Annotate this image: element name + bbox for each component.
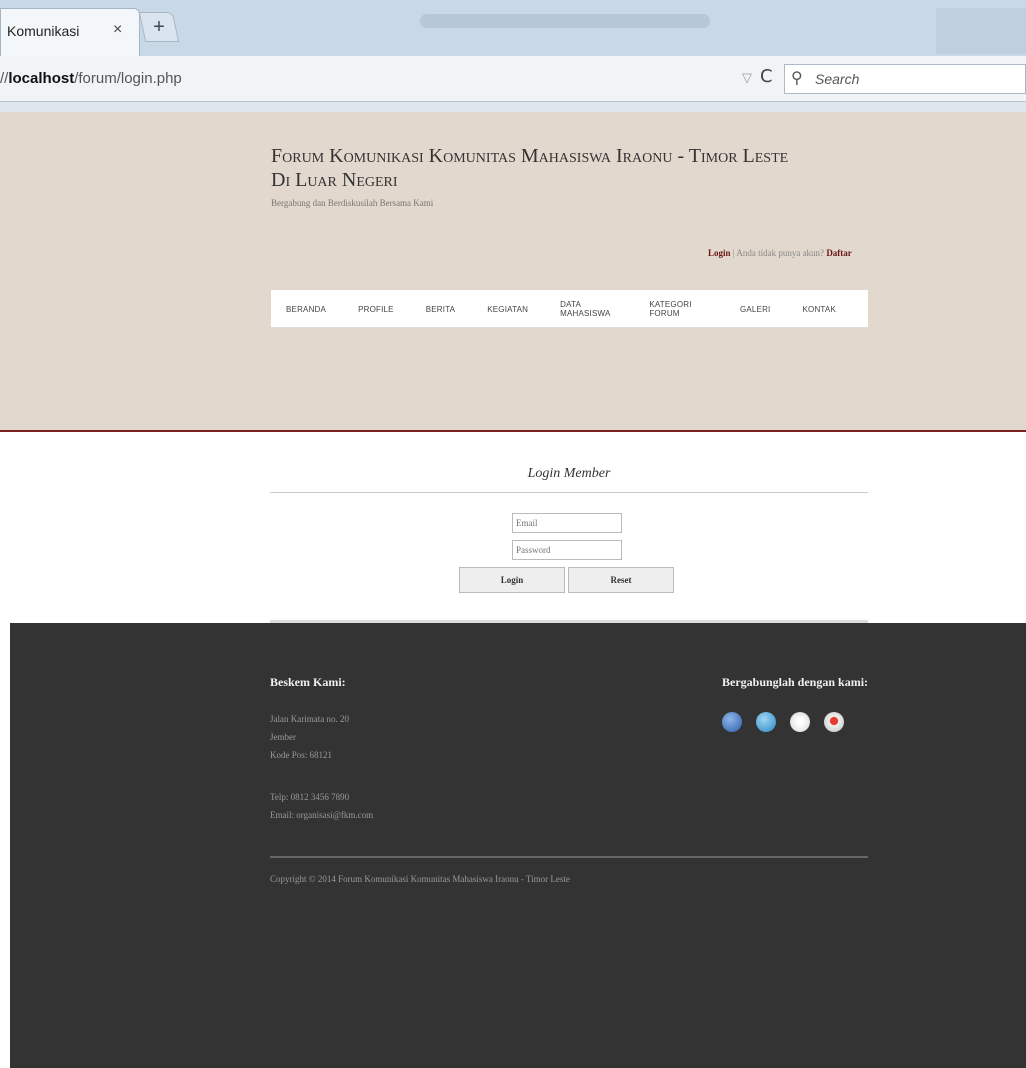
facebook-icon[interactable] xyxy=(722,712,742,732)
youtube-icon[interactable] xyxy=(824,712,844,732)
login-divider xyxy=(270,492,868,493)
nav-item-berita[interactable]: BERITA xyxy=(426,305,456,314)
search-input[interactable]: ⚲ Search xyxy=(784,64,1026,94)
address-line: Jember xyxy=(270,732,296,742)
site-header: Forum Komunikasi Komunitas Mahasiswa Ira… xyxy=(0,112,1026,432)
site-footer: Beskem Kami: Jalan Karimata no. 20 Jembe… xyxy=(10,623,1026,1068)
toolbar-divider xyxy=(0,102,1026,112)
tab-title: Komunikasi xyxy=(7,23,80,39)
plus-icon: + xyxy=(153,16,165,38)
flickr-icon[interactable] xyxy=(790,712,810,732)
account-links: Login | Anda tidak punya akun? Daftar xyxy=(708,248,852,258)
site-title-line1: Forum Komunikasi Komunitas Mahasiswa Ira… xyxy=(271,145,789,167)
browser-tabstrip: Komunikasi × + xyxy=(0,0,1026,56)
window-title-blur xyxy=(420,14,710,28)
reload-icon[interactable]: C xyxy=(760,66,773,87)
window-controls-area xyxy=(936,8,1026,54)
nav-item-galeri[interactable]: GALERI xyxy=(740,305,771,314)
social-heading: Bergabunglah dengan kami: xyxy=(722,675,869,689)
address-line: Jalan Karimata no. 20 xyxy=(270,714,349,724)
address-block: Jalan Karimata no. 20 Jember Kode Pos: 6… xyxy=(270,710,349,764)
search-placeholder: Search xyxy=(815,71,860,87)
twitter-icon[interactable] xyxy=(756,712,776,732)
url-host: localhost xyxy=(8,70,75,87)
url-path: /forum/login.php xyxy=(74,70,182,87)
new-tab-button[interactable]: + xyxy=(138,12,180,42)
main-nav: BERANDA PROFILE BERITA KEGIATAN DATA MAH… xyxy=(271,290,868,328)
address-bar[interactable]: //localhost/forum/login.php xyxy=(0,70,182,87)
site-title-line2: Di Luar Negeri xyxy=(271,169,398,191)
tab-close-icon[interactable]: × xyxy=(113,21,122,39)
reset-button[interactable]: Reset xyxy=(568,567,674,593)
history-dropdown-icon[interactable]: ▽ xyxy=(742,70,752,86)
login-title: Login Member xyxy=(527,466,611,481)
social-links xyxy=(722,712,858,732)
login-link[interactable]: Login xyxy=(708,248,731,258)
email-field[interactable] xyxy=(512,513,622,533)
nav-item-data-mahasiswa[interactable]: DATA MAHASISWA xyxy=(560,300,617,318)
copyright-text: Copyright © 2014 Forum Komunikasi Komuni… xyxy=(270,874,570,884)
nav-item-kontak[interactable]: KONTAK xyxy=(802,305,836,314)
address-heading: Beskem Kami: xyxy=(270,675,346,689)
contact-block: Telp: 0812 3456 7890 Email: organisasi@f… xyxy=(270,788,373,824)
no-account-text: Anda tidak punya akun? xyxy=(736,248,825,258)
browser-tab[interactable]: Komunikasi × xyxy=(0,8,140,56)
password-field[interactable] xyxy=(512,540,622,560)
nav-item-kategori-forum[interactable]: KATEGORI FORUM xyxy=(649,300,708,318)
register-link[interactable]: Daftar xyxy=(826,248,852,258)
nav-item-profile[interactable]: PROFILE xyxy=(358,305,394,314)
site-tagline: Bergabung dan Berdiskusilah Bersama Kami xyxy=(271,198,434,208)
address-line: Kode Pos: 68121 xyxy=(270,750,333,760)
nav-item-kegiatan[interactable]: KEGIATAN xyxy=(487,305,528,314)
email-text: Email: organisasi@fkm.com xyxy=(270,810,374,820)
nav-item-beranda[interactable]: BERANDA xyxy=(286,305,326,314)
navigation-toolbar: //localhost/forum/login.php ▽ C ⚲ Search xyxy=(0,56,1026,102)
phone-text: Telp: 0812 3456 7890 xyxy=(270,792,350,802)
search-icon: ⚲ xyxy=(791,68,803,87)
site-title: Forum Komunikasi Komunitas Mahasiswa Ira… xyxy=(271,144,871,192)
footer-divider xyxy=(270,856,868,858)
login-button[interactable]: Login xyxy=(459,567,565,593)
